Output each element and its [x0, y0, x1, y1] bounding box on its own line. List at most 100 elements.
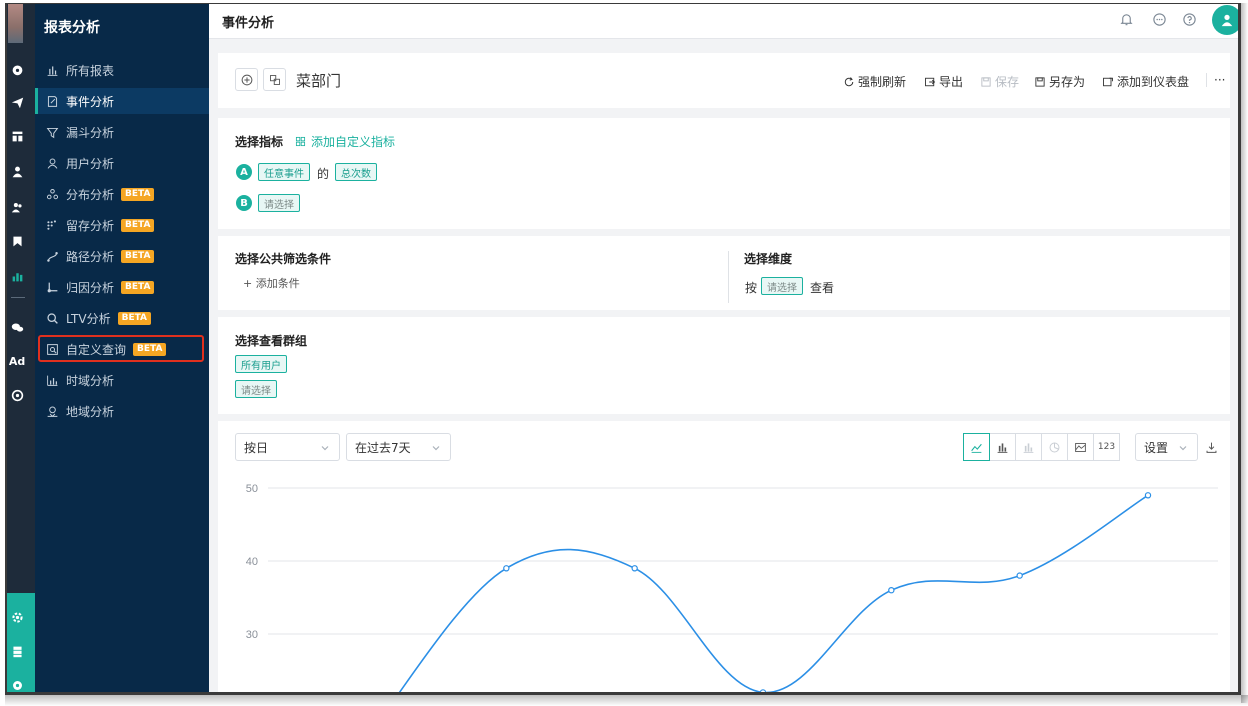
- beta-badge: BETA: [117, 311, 151, 325]
- icon-rail: Ad: [5, 3, 35, 695]
- save-button[interactable]: 保存: [980, 73, 1019, 90]
- add-custom-metric-link[interactable]: 添加自定义指标: [295, 133, 395, 150]
- data-point[interactable]: [1144, 492, 1152, 499]
- top-bar: 事件分析: [209, 3, 1241, 39]
- sidebar-item-8[interactable]: 归因分析 BETA: [35, 274, 209, 300]
- path-icon: [45, 249, 59, 263]
- save-as-button[interactable]: 另存为: [1034, 73, 1085, 90]
- cluster-icon: [45, 187, 59, 201]
- bar-chart-icon: [45, 63, 59, 77]
- settings-cog-icon[interactable]: [9, 609, 25, 625]
- user-avatar[interactable]: [1212, 5, 1241, 35]
- dimension-select[interactable]: 请选择: [761, 277, 803, 295]
- sidebar-item-label: 路径分析: [66, 249, 115, 264]
- beta-badge: BETA: [121, 280, 155, 294]
- switch-report-button[interactable]: [263, 68, 286, 91]
- metric-a-event[interactable]: 任意事件: [258, 163, 310, 181]
- dimension-title: 选择维度: [744, 252, 793, 266]
- export-label: 导出: [939, 75, 964, 89]
- data-point[interactable]: [503, 565, 510, 572]
- switch-icon: [269, 74, 280, 85]
- layout-icon[interactable]: [9, 128, 25, 144]
- save-as-label: 另存为: [1049, 75, 1086, 89]
- sidebar-item-label: 归因分析: [66, 280, 115, 295]
- report-name[interactable]: 菜部门: [296, 70, 341, 91]
- message-icon[interactable]: [1152, 12, 1168, 28]
- group-select[interactable]: 请选择: [235, 380, 277, 398]
- sidebar-item-1[interactable]: 所有报表: [35, 57, 209, 83]
- line-chart-icon: [971, 443, 982, 453]
- grid-icon: [295, 136, 306, 147]
- avatar-person-icon: [1221, 14, 1233, 27]
- sidebar-item-3[interactable]: 漏斗分析: [35, 119, 209, 145]
- bell-icon[interactable]: [1119, 12, 1135, 28]
- sidebar-item-4[interactable]: 用户分析: [35, 150, 209, 176]
- add-dashboard-label: 添加到仪表盘: [1117, 75, 1190, 89]
- chart-series-line: [396, 494, 1149, 695]
- filters-panel: 选择公共筛选条件 + 添加条件 选择维度 按 请选择 查看: [218, 236, 1230, 310]
- sidebar-item-label: LTV分析: [66, 311, 111, 326]
- metric-a-measure[interactable]: 总次数: [335, 163, 377, 181]
- sidebar-item-label: 用户分析: [66, 156, 115, 171]
- line-chart-button[interactable]: [963, 433, 990, 461]
- sidebar-item-label: 留存分析: [66, 218, 115, 233]
- sidebar-item-2[interactable]: 事件分析: [35, 88, 209, 114]
- highlight-box: [38, 335, 204, 362]
- page-title: 事件分析: [222, 16, 275, 31]
- gear-icon[interactable]: [9, 677, 25, 693]
- groups-panel: 选择查看群组 所有用户 请选择: [218, 317, 1230, 414]
- help-icon[interactable]: [1182, 12, 1198, 28]
- ad-icon[interactable]: Ad: [9, 353, 25, 369]
- export-button[interactable]: 导出: [924, 73, 963, 90]
- sidebar-item-12[interactable]: 地域分析: [35, 398, 209, 424]
- sidebar-item-6[interactable]: 留存分析 BETA: [35, 212, 209, 238]
- add-to-dashboard-button[interactable]: 添加到仪表盘: [1102, 73, 1189, 90]
- users-icon[interactable]: [9, 199, 25, 215]
- beta-badge: BETA: [121, 187, 155, 201]
- beta-badge: BETA: [121, 249, 155, 263]
- metric-b-badge: B: [236, 195, 252, 211]
- target-icon[interactable]: [9, 387, 25, 403]
- app-window: Ad 报表分析 所有报表 事件分析 漏斗分析 用户分析 分布分析 BETA 留存分析 BETA…: [5, 3, 1241, 695]
- rail-divider: [11, 297, 25, 298]
- data-point[interactable]: [631, 565, 638, 572]
- sidebar-item-label: 分布分析: [66, 187, 115, 202]
- bookmark-icon[interactable]: [9, 233, 25, 249]
- server-icon[interactable]: [9, 643, 25, 659]
- group-all-users[interactable]: 所有用户: [235, 355, 287, 373]
- save-icon: [981, 76, 991, 87]
- dimension-view: 查看: [810, 281, 835, 295]
- sidebar-title: 报表分析: [44, 20, 100, 36]
- sidebar-item-9[interactable]: LTV分析 BETA: [35, 305, 209, 331]
- data-point[interactable]: [888, 586, 895, 594]
- metric-b-select[interactable]: 请选择: [258, 194, 300, 212]
- person-icon[interactable]: [9, 163, 25, 179]
- groups-title: 选择查看群组: [235, 334, 308, 348]
- analytics-icon[interactable]: [9, 268, 25, 284]
- refresh-label: 强制刷新: [858, 75, 907, 89]
- chart-panel: 按日 在过去7天 123 设置 50 40 30: [218, 421, 1230, 695]
- add-dashboard-icon: [1103, 77, 1113, 86]
- filters-title: 选择公共筛选条件: [235, 252, 332, 266]
- edit-doc-icon: [45, 94, 59, 108]
- refresh-button[interactable]: 强制刷新: [843, 73, 906, 90]
- wechat-icon[interactable]: [9, 319, 25, 335]
- data-point[interactable]: [1016, 572, 1023, 579]
- sidebar-item-5[interactable]: 分布分析 BETA: [35, 181, 209, 207]
- line-chart: 50 40 30: [246, 483, 1218, 695]
- send-icon[interactable]: [9, 94, 25, 110]
- report-header: 菜部门 强制刷新 导出 保存 另存为 添加到仪表盘 ···: [218, 53, 1230, 108]
- filters-divider: [728, 251, 729, 303]
- sidebar-item-7[interactable]: 路径分析 BETA: [35, 243, 209, 269]
- sidebar-item-11[interactable]: 时域分析: [35, 367, 209, 393]
- window-shadow-right: [1241, 3, 1248, 703]
- dashboard-icon[interactable]: [9, 61, 25, 77]
- time-chart-icon: [45, 373, 59, 387]
- save-label: 保存: [995, 75, 1020, 89]
- add-report-button[interactable]: [235, 68, 258, 91]
- dimension-by: 按: [745, 281, 758, 295]
- add-condition-link[interactable]: + 添加条件: [243, 275, 300, 291]
- more-button[interactable]: ···: [1214, 73, 1225, 87]
- y-tick-label: 30: [246, 629, 258, 641]
- user-icon: [45, 156, 59, 170]
